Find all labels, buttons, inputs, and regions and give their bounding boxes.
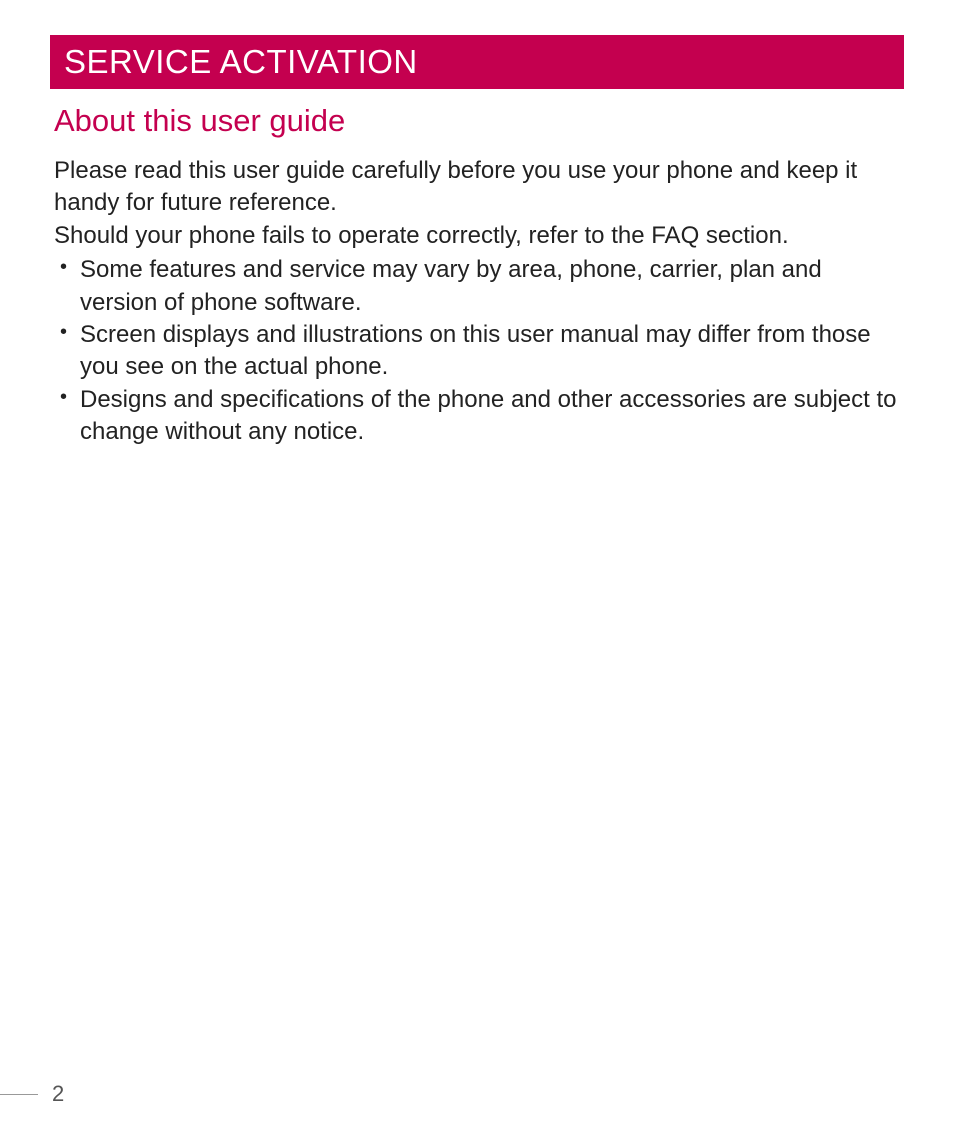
bullet-item-1: Some features and service may vary by ar…	[54, 254, 904, 319]
section-header: SERVICE ACTIVATION	[50, 35, 904, 89]
body-text-block: Please read this user guide carefully be…	[50, 155, 904, 252]
footer-line	[0, 1094, 38, 1095]
bullet-item-2: Screen displays and illustrations on thi…	[54, 319, 904, 384]
subsection-title: About this user guide	[50, 103, 904, 139]
bullet-list: Some features and service may vary by ar…	[50, 254, 904, 448]
page-footer: 2	[0, 1081, 64, 1107]
bullet-item-3: Designs and specifications of the phone …	[54, 384, 904, 449]
page-content: SERVICE ACTIVATION About this user guide…	[0, 0, 954, 449]
page-number: 2	[52, 1081, 64, 1107]
paragraph-1: Please read this user guide carefully be…	[54, 155, 904, 220]
paragraph-2: Should your phone fails to operate corre…	[54, 220, 904, 252]
